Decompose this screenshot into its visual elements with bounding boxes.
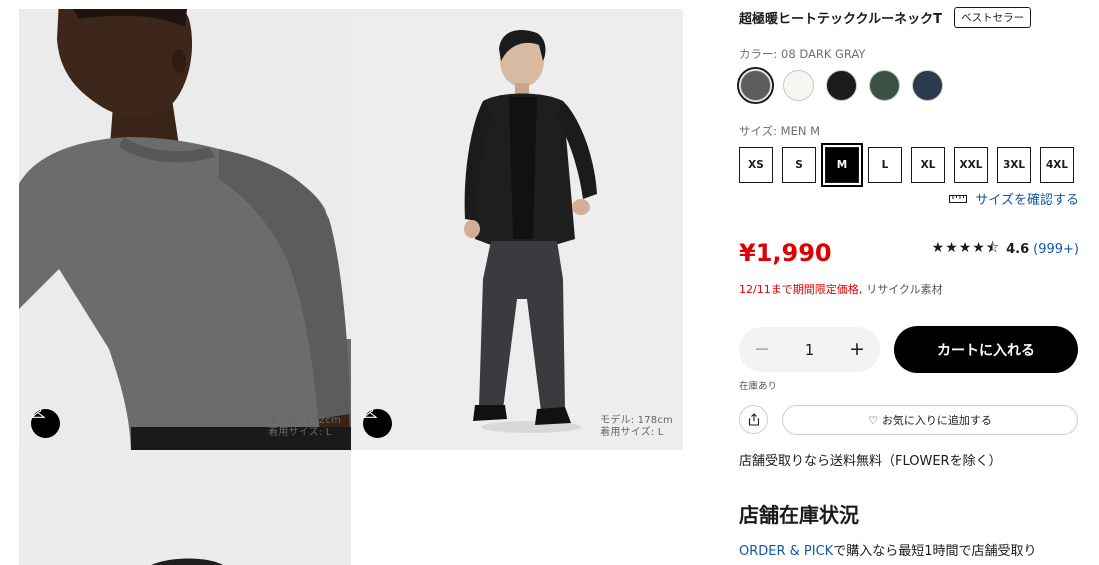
hanger-button[interactable] — [363, 409, 392, 438]
hanger-button[interactable] — [31, 409, 60, 438]
size-guide-label: サイズを確認する — [975, 193, 1079, 208]
quantity-stepper: − 1 + — [739, 327, 880, 372]
model-worn-size: 着用サイズ: L — [600, 427, 664, 438]
size-option-3xl[interactable]: 3XL — [997, 147, 1031, 183]
color-swatch-black[interactable] — [823, 67, 860, 104]
quantity-decrease-button[interactable]: − — [753, 340, 771, 359]
title-row: 超極暖ヒートテッククルーネックT ベストセラー — [739, 7, 1079, 28]
color-swatch-off-white[interactable] — [780, 67, 817, 104]
heart-icon: ♡ — [868, 413, 878, 427]
product-photo-1[interactable]: モデル: 182cm 着用サイズ: L — [19, 9, 351, 450]
color-swatch-green[interactable] — [866, 67, 903, 104]
product-photo-2[interactable]: モデル: 178cm 着用サイズ: L — [351, 9, 683, 450]
size-option-4xl[interactable]: 4XL — [1040, 147, 1074, 183]
store-stock-heading: 店舗在庫状況 — [739, 503, 859, 527]
model-fullbody-illustration — [351, 9, 683, 450]
product-title: 超極暖ヒートテッククルーネックT — [739, 12, 942, 27]
add-to-cart-button[interactable]: カートに入れる — [894, 326, 1078, 373]
model-worn-size: 着用サイズ: L — [268, 427, 332, 438]
order-and-pick-link[interactable]: ORDER & PICK — [739, 544, 833, 559]
color-label: カラー: 08 DARK GRAY — [739, 47, 866, 61]
model-height: モデル: 178cm — [600, 415, 673, 426]
bestseller-badge: ベストセラー — [953, 7, 1032, 28]
size-label: サイズ: MEN M — [739, 124, 821, 138]
rating-score: 4.6 — [1006, 241, 1030, 257]
favorite-label: お気に入りに追加する — [881, 414, 992, 427]
size-options: XS S M L XL XXL 3XL 4XL — [739, 143, 1074, 187]
product-info-panel: 超極暖ヒートテッククルーネックT ベストセラー カラー: 08 DARK GRA… — [737, 0, 1079, 565]
material-note: リサイクル素材 — [866, 283, 943, 296]
add-to-favorites-button[interactable]: ♡ お気に入りに追加する — [782, 405, 1078, 435]
size-option-xxl[interactable]: XXL — [954, 147, 988, 183]
quantity-value: 1 — [804, 340, 815, 359]
model-closeup-illustration — [19, 9, 351, 450]
color-swatch-dark-gray[interactable] — [737, 67, 774, 104]
price: ¥1,990 — [739, 239, 832, 267]
hanger-icon — [31, 409, 45, 418]
share-icon — [748, 413, 759, 426]
size-option-m[interactable]: M — [821, 143, 863, 187]
pickup-text: で購入なら最短1時間で店舗受取り — [833, 544, 1037, 559]
stock-status: 在庫あり — [739, 381, 778, 392]
ruler-icon — [949, 194, 968, 203]
color-swatch-navy[interactable] — [909, 67, 946, 104]
model-height: モデル: 182cm — [268, 415, 341, 426]
star-rating-icon: ★★★★⯪ — [931, 240, 1001, 256]
promo-note: 12/11まで期間限定価格, リサイクル素材 — [739, 281, 943, 297]
shipping-note: 店舗受取りなら送料無料（FLOWERを除く） — [739, 454, 1002, 469]
pickup-note: ORDER & PICKで購入なら最短1時間で店舗受取り — [739, 540, 1036, 559]
rating[interactable]: ★★★★⯪ 4.6 (999+) — [932, 237, 1079, 261]
model-size-caption: モデル: 178cm 着用サイズ: L — [600, 415, 673, 439]
size-option-s[interactable]: S — [782, 147, 816, 183]
review-count-link[interactable]: (999+) — [1033, 242, 1079, 257]
product-gallery: モデル: 182cm 着用サイズ: L モデル: 178cm 着用サイズ: L — [19, 9, 683, 565]
color-swatches — [737, 67, 952, 104]
flat-product-illustration — [19, 450, 351, 565]
share-button[interactable] — [739, 405, 768, 434]
size-guide-link[interactable]: サイズを確認する — [949, 189, 1079, 208]
model-size-caption: モデル: 182cm 着用サイズ: L — [268, 415, 341, 439]
product-photo-3[interactable] — [19, 450, 351, 565]
quantity-increase-button[interactable]: + — [848, 340, 866, 359]
hanger-icon — [363, 409, 377, 418]
size-option-xl[interactable]: XL — [911, 147, 945, 183]
size-option-xs[interactable]: XS — [739, 147, 773, 183]
limited-price-note: 12/11まで期間限定価格, — [739, 283, 863, 296]
size-option-l[interactable]: L — [868, 147, 902, 183]
